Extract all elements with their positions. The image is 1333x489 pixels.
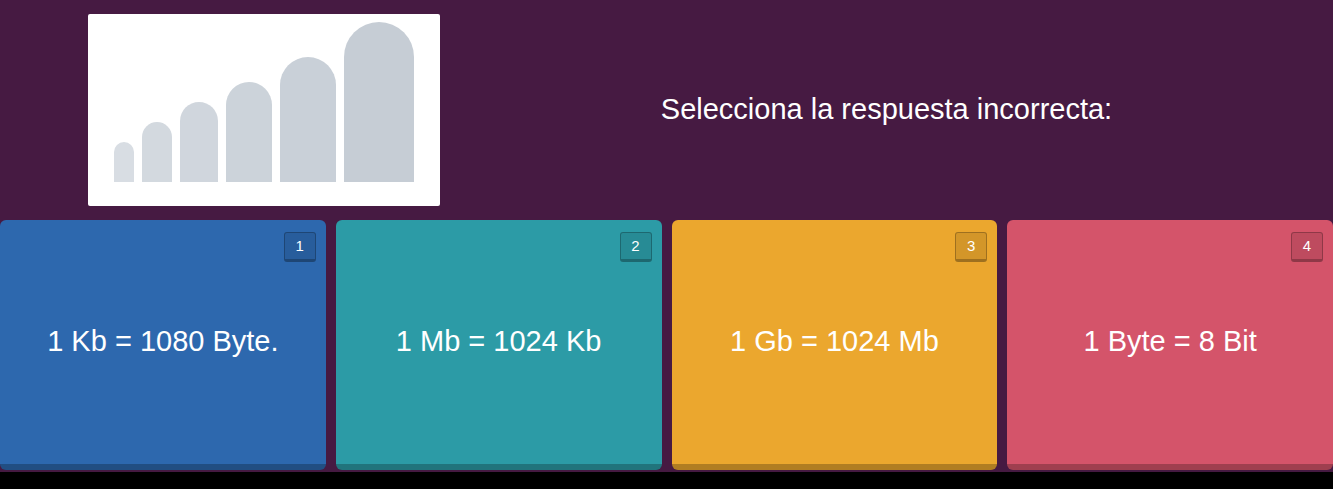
answer-text: 1 Mb = 1024 Kb xyxy=(396,323,602,361)
answer-card[interactable]: 3 1 Gb = 1024 Mb xyxy=(672,220,998,470)
answer-text: 1 Gb = 1024 Mb xyxy=(730,323,939,361)
answer-text: 1 Byte = 8 Bit xyxy=(1083,323,1256,361)
answer-card[interactable]: 4 1 Byte = 8 Bit xyxy=(1007,220,1333,470)
answer-number: 1 xyxy=(284,232,316,262)
answer-card[interactable]: 2 1 Mb = 1024 Kb xyxy=(336,220,662,470)
answer-text: 1 Kb = 1080 Byte. xyxy=(47,323,278,361)
answer-grid: 1 1 Kb = 1080 Byte. 2 1 Mb = 1024 Kb 3 1 Gb =… xyxy=(0,220,1333,472)
answer-number: 3 xyxy=(955,232,987,262)
question-image xyxy=(88,14,440,206)
answer-number: 2 xyxy=(620,232,652,262)
question-area: Selecciona la respuesta incorrecta: xyxy=(0,0,1333,220)
answer-number: 4 xyxy=(1291,232,1323,262)
answer-card[interactable]: 1 1 Kb = 1080 Byte. xyxy=(0,220,326,470)
question-text: Selecciona la respuesta incorrecta: xyxy=(661,91,1112,129)
